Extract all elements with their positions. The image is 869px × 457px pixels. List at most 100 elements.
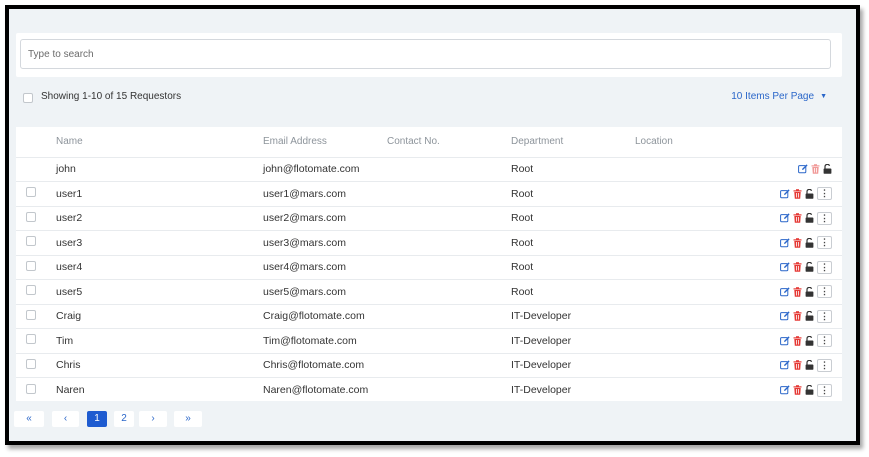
delete-icon[interactable] <box>793 360 802 371</box>
cell-department: Root <box>511 254 635 280</box>
row-checkbox[interactable] <box>26 285 36 296</box>
table-row[interactable]: user5 user5@mars.com Root ⋮ <box>16 279 842 304</box>
row-checkbox[interactable] <box>26 187 36 198</box>
search-input[interactable] <box>20 39 831 69</box>
cell-email: john@flotomate.com <box>263 156 387 182</box>
cell-location <box>635 205 750 231</box>
unlock-icon[interactable] <box>805 237 814 248</box>
cell-email: user5@mars.com <box>263 279 387 304</box>
more-options-button[interactable]: ⋮ <box>817 285 832 299</box>
table-row[interactable]: Craig Craig@flotomate.com IT-Developer ⋮ <box>16 303 842 329</box>
cell-department: IT-Developer <box>511 352 635 378</box>
cell-contact <box>387 230 511 255</box>
cell-contact <box>387 377 511 402</box>
edit-icon[interactable] <box>780 336 790 346</box>
delete-icon[interactable] <box>793 237 802 248</box>
table-row[interactable]: john john@flotomate.com Root <box>16 156 842 182</box>
cell-contact <box>387 328 511 353</box>
row-checkbox[interactable] <box>26 383 36 394</box>
next-page-button[interactable]: › <box>139 411 167 427</box>
edit-icon[interactable] <box>798 164 808 174</box>
edit-icon[interactable] <box>780 189 790 199</box>
more-options-button[interactable]: ⋮ <box>817 358 832 372</box>
items-per-page-dropdown[interactable]: 10 Items Per Page ▼ <box>731 91 827 102</box>
edit-icon[interactable] <box>780 360 790 370</box>
cell-location <box>635 156 750 182</box>
header-location[interactable]: Location <box>635 127 750 157</box>
edit-icon[interactable] <box>780 238 790 248</box>
cell-location <box>635 328 750 353</box>
unlock-icon[interactable] <box>805 335 814 346</box>
cell-location <box>635 377 750 402</box>
header-name[interactable]: Name <box>56 127 263 157</box>
cell-department: IT-Developer <box>511 303 635 329</box>
header-contact[interactable]: Contact No. <box>387 127 511 157</box>
unlock-icon[interactable] <box>805 213 814 224</box>
row-checkbox[interactable] <box>26 358 36 369</box>
row-checkbox[interactable] <box>26 260 36 271</box>
edit-icon[interactable] <box>780 262 790 272</box>
more-options-button[interactable]: ⋮ <box>817 187 832 201</box>
table-row[interactable]: user4 user4@mars.com Root ⋮ <box>16 254 842 280</box>
more-options-button[interactable]: ⋮ <box>817 309 832 323</box>
page-1-button[interactable]: 1 <box>87 411 107 427</box>
more-options-button[interactable]: ⋮ <box>817 236 832 250</box>
cell-department: Root <box>511 181 635 206</box>
unlock-icon[interactable] <box>805 385 814 395</box>
table-row[interactable]: user3 user3@mars.com Root ⋮ <box>16 230 842 255</box>
delete-icon[interactable] <box>793 262 802 273</box>
unlock-icon[interactable] <box>823 164 832 175</box>
row-checkbox-cell <box>16 303 56 329</box>
requestors-table: Name Email Address Contact No. Departmen… <box>16 127 842 402</box>
select-all-checkbox[interactable] <box>23 93 33 103</box>
delete-icon[interactable] <box>793 188 802 199</box>
delete-icon[interactable] <box>793 286 802 297</box>
row-checkbox[interactable] <box>26 211 36 222</box>
search-card <box>16 33 842 77</box>
edit-icon[interactable] <box>780 213 790 223</box>
delete-icon[interactable] <box>793 335 802 346</box>
first-page-button[interactable]: « <box>14 411 44 427</box>
row-checkbox-cell <box>16 377 56 402</box>
row-actions: ⋮ <box>750 230 842 255</box>
row-checkbox[interactable] <box>26 236 36 247</box>
unlock-icon[interactable] <box>805 311 814 322</box>
row-actions: ⋮ <box>750 279 842 304</box>
table-row[interactable]: Tim Tim@flotomate.com IT-Developer ⋮ <box>16 328 842 353</box>
unlock-icon[interactable] <box>805 360 814 371</box>
delete-icon[interactable] <box>793 385 802 395</box>
edit-icon[interactable] <box>780 311 790 321</box>
more-options-button[interactable]: ⋮ <box>817 383 832 397</box>
cell-email: Naren@flotomate.com <box>263 377 387 402</box>
unlock-icon[interactable] <box>805 262 814 273</box>
cell-contact <box>387 181 511 206</box>
delete-icon[interactable] <box>793 311 802 322</box>
row-checkbox[interactable] <box>26 309 36 320</box>
delete-icon[interactable] <box>793 213 802 224</box>
more-options-button[interactable]: ⋮ <box>817 334 832 348</box>
page-2-button[interactable]: 2 <box>114 411 134 427</box>
table-row[interactable]: user1 user1@mars.com Root ⋮ <box>16 181 842 206</box>
cell-name: Chris <box>56 352 263 378</box>
unlock-icon[interactable] <box>805 188 814 199</box>
table-row[interactable]: Chris Chris@flotomate.com IT-Developer ⋮ <box>16 352 842 378</box>
more-options-button[interactable]: ⋮ <box>817 211 832 225</box>
table-row[interactable]: user2 user2@mars.com Root ⋮ <box>16 205 842 231</box>
unlock-icon[interactable] <box>805 286 814 297</box>
table-body: john john@flotomate.com Root user1 user1@mar… <box>16 156 842 402</box>
showing-count: Showing 1-10 of 15 Requestors <box>41 91 182 102</box>
cell-name: Craig <box>56 303 263 329</box>
delete-icon[interactable] <box>811 164 820 175</box>
edit-icon[interactable] <box>780 385 790 395</box>
header-email[interactable]: Email Address <box>263 127 387 157</box>
table-row[interactable]: Naren Naren@flotomate.com IT-Developer ⋮ <box>16 377 842 402</box>
row-checkbox[interactable] <box>26 334 36 345</box>
cell-email: user4@mars.com <box>263 254 387 280</box>
cell-name: user2 <box>56 205 263 231</box>
edit-icon[interactable] <box>780 287 790 297</box>
last-page-button[interactable]: » <box>174 411 202 427</box>
prev-page-button[interactable]: ‹ <box>52 411 79 427</box>
header-department[interactable]: Department <box>511 127 635 157</box>
row-actions: ⋮ <box>750 303 842 329</box>
more-options-button[interactable]: ⋮ <box>817 260 832 274</box>
